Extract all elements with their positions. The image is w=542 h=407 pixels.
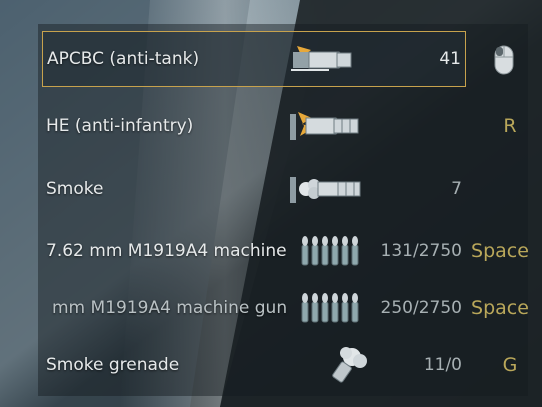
mg-belt-icon	[301, 293, 359, 323]
mouse-icon	[494, 45, 514, 75]
ammo-count: 131/2750	[380, 241, 462, 261]
ammo-label: Smoke	[46, 179, 104, 199]
ammo-row-apcbc[interactable]: APCBC (anti-tank) 41	[42, 31, 466, 87]
hotkey-label: Space	[471, 297, 529, 319]
ammo-row-smoke[interactable]: Smoke 7	[42, 161, 466, 217]
ammo-row-smoke-grenade[interactable]: Smoke grenade 11/0	[42, 337, 466, 393]
smoke-shell-icon	[290, 177, 361, 203]
ammo-row-mg-1[interactable]: 7.62 mm M1919A4 machine 131/2750	[42, 223, 466, 279]
apcbc-shell-icon	[291, 46, 352, 71]
ammo-label: Smoke grenade	[46, 355, 180, 375]
ammo-count: 11/0	[423, 355, 462, 375]
hotkey-label: G	[502, 354, 518, 376]
hotkey-label: Space	[471, 240, 529, 262]
ammo-count: 7	[451, 179, 462, 199]
ammo-label: APCBC (anti-tank)	[47, 49, 200, 69]
ammo-label: 7.62 mm M1919A4 machine	[46, 241, 287, 261]
ammo-count: 41	[439, 49, 461, 69]
ammo-label: mm M1919A4 machine gun	[52, 298, 288, 318]
ammo-row-he[interactable]: HE (anti-infantry)	[42, 98, 466, 154]
ammo-count: 250/2750	[380, 298, 462, 318]
ammo-label: HE (anti-infantry)	[46, 116, 194, 136]
he-shell-icon	[290, 112, 359, 140]
hotkey-label: R	[503, 115, 517, 137]
smoke-grenade-icon	[332, 347, 367, 383]
ammo-row-mg-2[interactable]: mm M1919A4 machine gun 250/2750	[42, 280, 466, 336]
mg-belt-icon	[301, 236, 359, 266]
